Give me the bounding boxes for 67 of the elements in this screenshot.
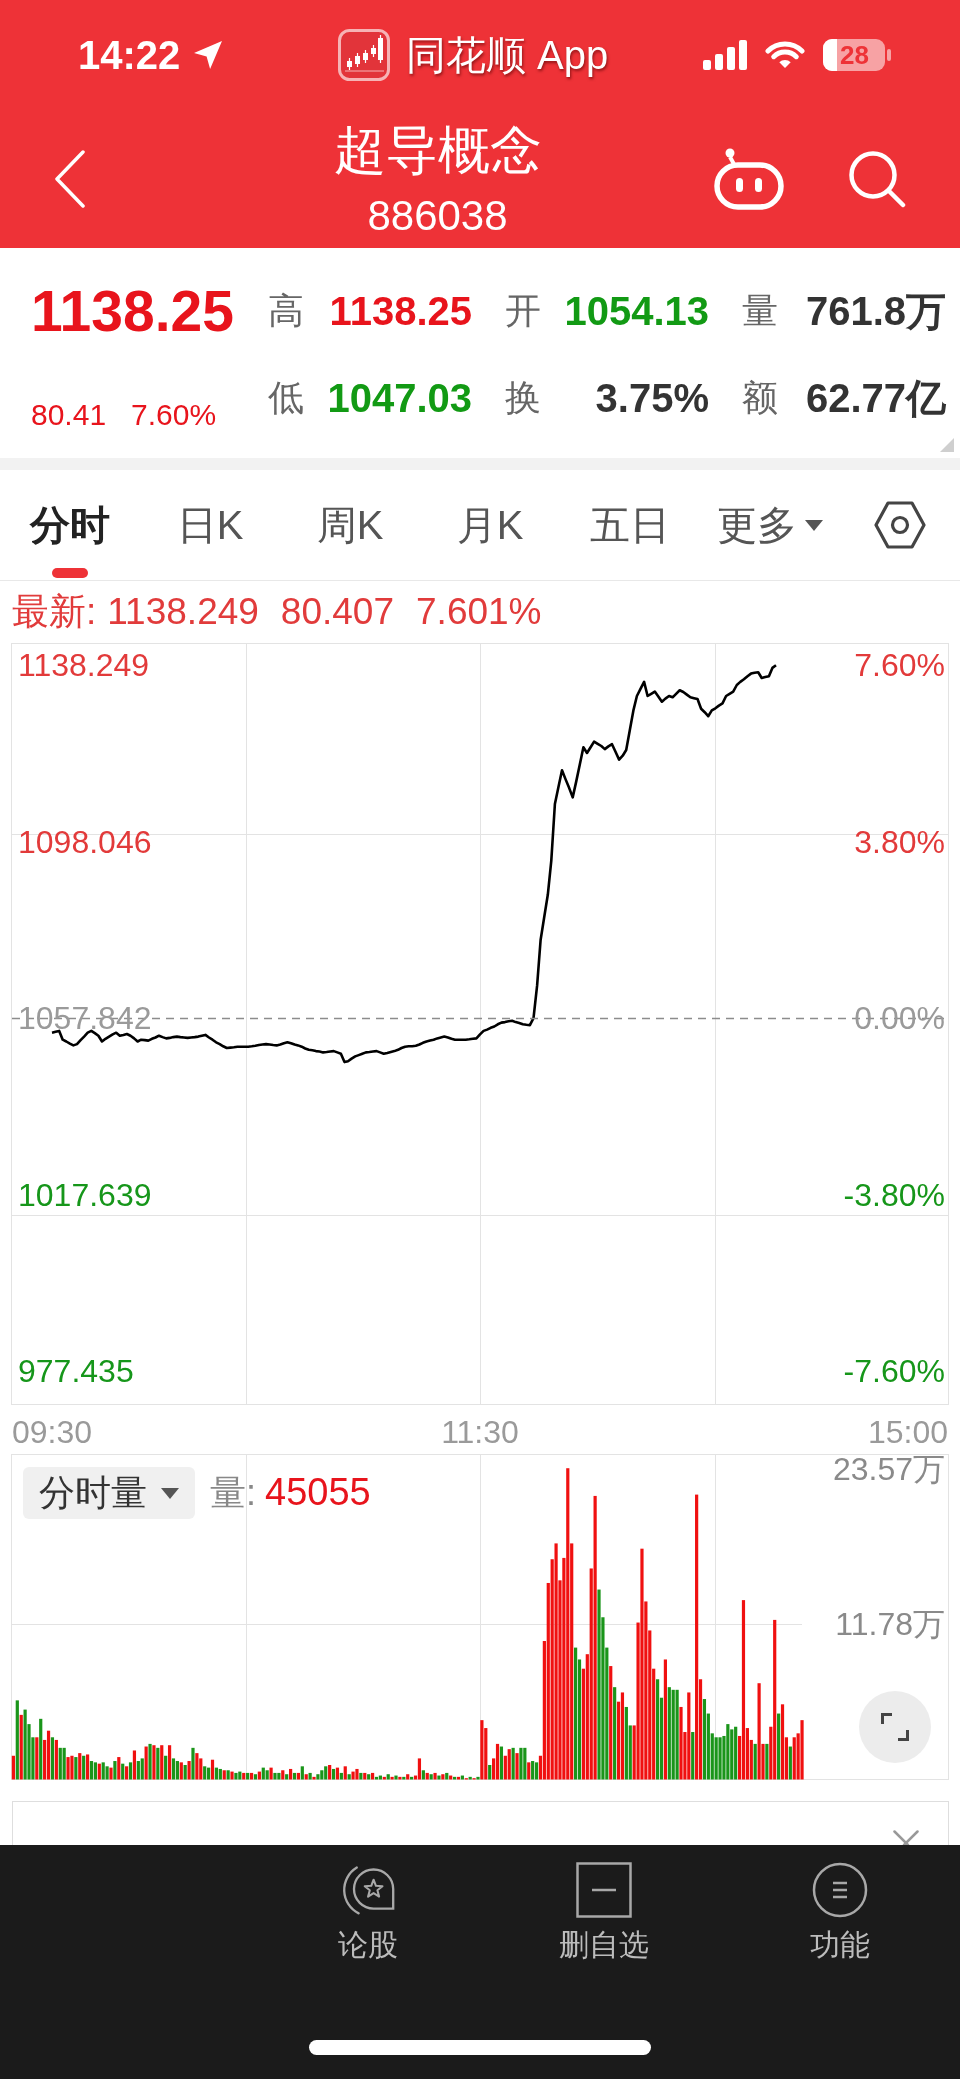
stat-value: 1047.03 <box>327 375 472 422</box>
caret-icon <box>805 519 823 531</box>
stat-label: 量 <box>742 289 778 333</box>
percent-axis-label: -7.60% <box>843 1353 945 1390</box>
percent-axis-label: 3.80% <box>854 823 945 860</box>
stat-value: 1054.13 <box>564 288 709 335</box>
percent-change: 7.60% <box>131 397 217 433</box>
time-axis-label: 15:00 <box>867 1414 948 1450</box>
stat-value: 62.77亿 <box>805 375 946 422</box>
page-title: 超导概念 <box>333 120 542 180</box>
location-arrow-icon <box>194 41 223 69</box>
volume-label: 量: <box>210 1471 256 1515</box>
tab[interactable]: 更多 <box>700 470 840 580</box>
stock-code: 886038 <box>367 191 508 241</box>
robot-icon[interactable] <box>713 148 785 210</box>
caret-icon <box>161 1487 179 1499</box>
minus-square-icon <box>576 1862 632 1918</box>
battery-icon <box>823 39 891 71</box>
latest-value: 1138.249 <box>107 591 259 633</box>
stat-value: 761.8万 <box>805 288 946 335</box>
wifi-icon <box>765 40 805 70</box>
latest-value: 7.601% <box>416 591 542 633</box>
stat-label: 额 <box>742 376 778 420</box>
stat-value: 3.75% <box>595 375 709 422</box>
volume-axis-label: 23.57万 <box>832 1454 945 1487</box>
tab[interactable]: 五日 <box>560 470 700 580</box>
corner-triangle-icon <box>940 438 954 452</box>
percent-axis-label: 7.60% <box>854 647 945 683</box>
price-axis-label: 1057.842 <box>18 1000 152 1037</box>
price-axis-label: 1017.639 <box>18 1176 152 1213</box>
price-change: 80.41 <box>31 397 107 433</box>
latest-label: 最新: <box>12 590 97 634</box>
status-time: 14:22 <box>78 32 181 79</box>
latest-value: 80.407 <box>280 591 395 633</box>
close-icon[interactable] <box>893 1830 919 1845</box>
back-icon[interactable] <box>54 150 86 208</box>
toolbar-button[interactable]: 删自选 <box>486 1845 722 1964</box>
tab[interactable]: 月K <box>420 470 560 580</box>
candlestick-chart-icon <box>338 29 390 81</box>
price-axis-label: 1138.249 <box>18 647 150 684</box>
volume-mode-dropdown[interactable]: 分时量 <box>23 1467 195 1519</box>
signal-icon <box>703 40 747 70</box>
percent-axis-label: -3.80% <box>843 1176 945 1213</box>
stat-value: 1138.25 <box>329 288 472 335</box>
menu-icon <box>812 1862 868 1918</box>
settings-icon[interactable] <box>874 501 926 549</box>
time-axis-label: 11:30 <box>441 1414 519 1450</box>
stat-label: 高 <box>268 289 304 333</box>
price-axis-label: 977.435 <box>18 1353 134 1390</box>
time-axis-label: 09:30 <box>12 1414 93 1450</box>
stat-label: 换 <box>505 376 541 420</box>
toolbar-button[interactable]: 论股 <box>250 1845 486 1964</box>
tab[interactable]: 日K <box>140 470 280 580</box>
search-icon[interactable] <box>848 150 906 208</box>
percent-axis-label: 0.00% <box>854 1000 945 1037</box>
current-price: 1138.25 <box>31 281 234 341</box>
stat-label: 低 <box>268 376 304 420</box>
volume-value: 45055 <box>265 1470 371 1515</box>
corner-brackets-icon <box>881 1713 909 1741</box>
battery-level-text: 28 <box>840 39 869 71</box>
toolbar-button[interactable]: 功能 <box>722 1845 958 1964</box>
back-to-app-link[interactable]: 同花顺 App <box>406 31 609 79</box>
price-axis-label: 1098.046 <box>18 823 152 860</box>
volume-axis-label: 11.78万 <box>835 1606 945 1643</box>
tab[interactable]: 分时 <box>0 470 140 580</box>
stat-label: 开 <box>505 289 541 333</box>
tab[interactable]: 周K <box>280 470 420 580</box>
